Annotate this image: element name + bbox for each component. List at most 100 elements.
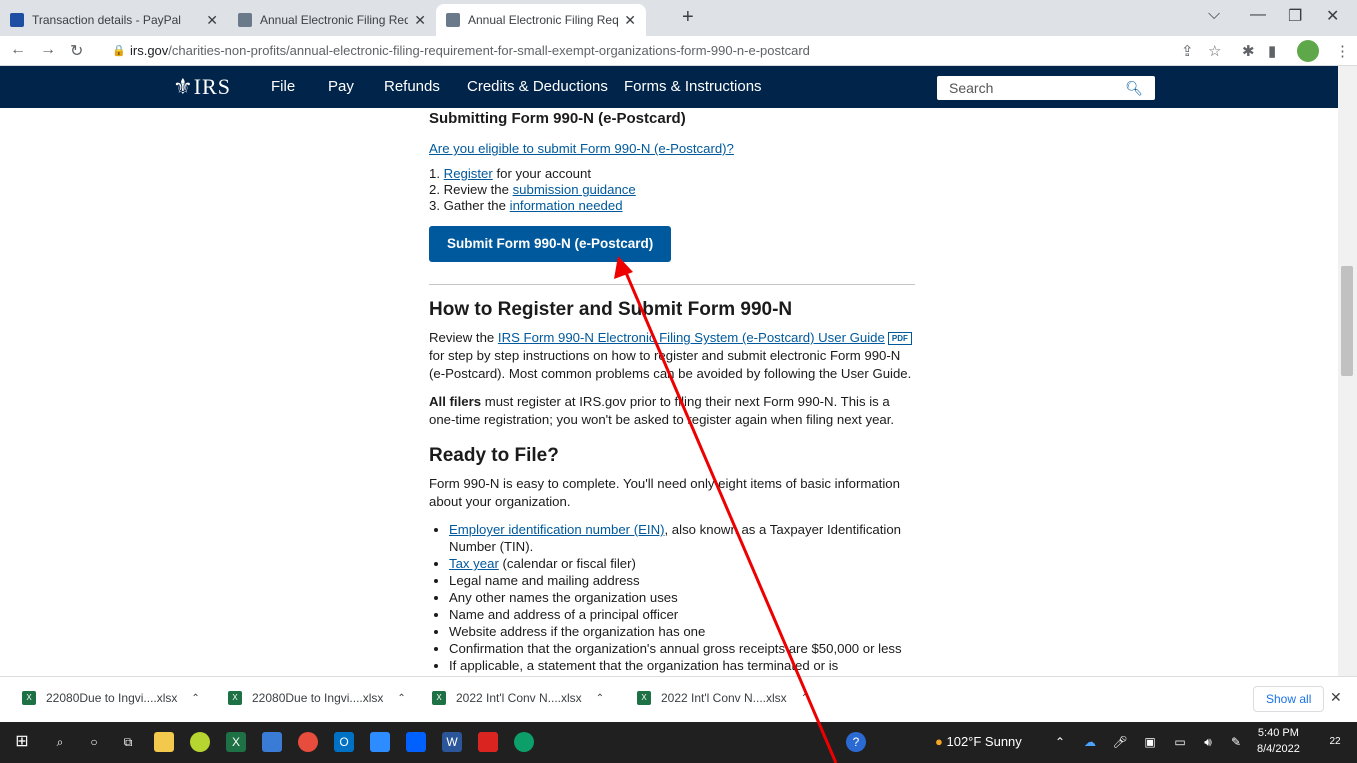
extensions-icon[interactable]: ✱: [1242, 42, 1255, 60]
nav-forms-instructions[interactable]: Forms & Instructions: [624, 78, 762, 95]
all-filers-paragraph: All filers must register at IRS.gov prio…: [429, 394, 895, 427]
tab-irs-active[interactable]: Annual Electronic Filing Requirem ✕: [436, 4, 646, 36]
tax-year-link[interactable]: Tax year: [449, 556, 499, 571]
user-guide-link[interactable]: IRS Form 990-N Electronic Filing System …: [498, 330, 885, 345]
search-input[interactable]: Search 🔍︎: [937, 76, 1155, 100]
reload-icon[interactable]: ↻: [70, 41, 83, 61]
excel-file-icon: X: [432, 691, 446, 705]
nav-file[interactable]: File: [271, 78, 295, 95]
calculator-icon[interactable]: [262, 732, 282, 752]
clock[interactable]: 5:40 PM 8/4/2022: [1257, 725, 1300, 757]
ready-paragraph: Form 990-N is easy to complete. You'll n…: [429, 476, 900, 509]
nav-credits-deductions[interactable]: Credits & Deductions: [467, 78, 608, 95]
address-bar: ← → ↻ 🔒 irs.gov/charities-non-profits/ann…: [0, 36, 1357, 66]
nav-pay[interactable]: Pay: [328, 78, 354, 95]
search-icon[interactable]: ⌕: [50, 732, 70, 752]
close-icon[interactable]: ✕: [206, 12, 218, 29]
search-icon[interactable]: 🔍︎: [1125, 76, 1143, 100]
pdf-badge: PDF: [887, 332, 912, 346]
minimize-button[interactable]: —: [1250, 6, 1266, 24]
irs-eagle-icon: [446, 13, 460, 27]
submission-guidance-link[interactable]: submission guidance: [513, 182, 636, 197]
cortana-icon[interactable]: ○: [84, 732, 104, 752]
scrollbar-thumb[interactable]: [1341, 266, 1353, 376]
excel-file-icon: X: [228, 691, 242, 705]
ein-link[interactable]: Employer identification number (EIN): [449, 522, 664, 537]
chevron-up-icon[interactable]: ⌃: [1050, 732, 1070, 752]
eligibility-link[interactable]: Are you eligible to submit Form 990-N (e…: [429, 141, 734, 156]
downloads-bar: X 22080Due to Ingvi....xlsx ⌃ X 22080Due to…: [0, 676, 1357, 722]
steps-list: 1. Register for your account 2. Review t…: [429, 166, 915, 214]
browser-tab-bar: Transaction details - PayPal ✕ Annual El…: [0, 0, 1357, 36]
step-item: 3. Gather the information needed: [429, 198, 623, 213]
close-icon[interactable]: ✕: [1330, 689, 1342, 706]
edge-icon[interactable]: [514, 732, 534, 752]
windows-taskbar: ⊞ ⌕ ○ ⧉ X O W ? ● 102°F Sunny ⌃ ☁ 🎤︎ ▣ ▭…: [0, 722, 1357, 763]
battery-icon[interactable]: ▭: [1170, 732, 1190, 752]
tab-search-icon[interactable]: ⌵: [1208, 6, 1220, 24]
list-item: Confirmation that the organization's ann…: [449, 640, 915, 657]
volume-icon[interactable]: 🔊︎: [1198, 732, 1218, 752]
info-bullet-list: Employer identification number (EIN), al…: [449, 521, 915, 674]
word-icon[interactable]: W: [442, 732, 462, 752]
share-icon[interactable]: ⇪: [1181, 42, 1194, 60]
pen-icon[interactable]: ✎: [1226, 732, 1246, 752]
show-all-button[interactable]: Show all: [1253, 686, 1325, 712]
task-view-icon[interactable]: ⧉: [118, 732, 138, 752]
back-icon[interactable]: ←: [10, 41, 26, 59]
list-item: Legal name and mailing address: [449, 572, 915, 589]
chevron-up-icon[interactable]: ⌃: [596, 693, 604, 704]
submit-990n-button[interactable]: Submit Form 990-N (e-Postcard): [429, 226, 672, 262]
page-scrollbar[interactable]: [1338, 66, 1357, 676]
lock-icon[interactable]: 🔒: [112, 39, 126, 63]
download-item[interactable]: X 22080Due to Ingvi....xlsx ⌃: [22, 691, 200, 705]
help-icon[interactable]: ?: [846, 732, 866, 752]
profile-avatar[interactable]: [1297, 40, 1319, 62]
outlook-icon[interactable]: O: [334, 732, 354, 752]
forward-icon[interactable]: →: [40, 41, 56, 59]
download-item[interactable]: X 2022 Int'l Conv N....xlsx ⌃: [637, 691, 809, 705]
information-needed-link[interactable]: information needed: [510, 198, 623, 213]
weather-widget[interactable]: ● 102°F Sunny: [935, 734, 1022, 749]
side-panel-icon[interactable]: ▮: [1268, 42, 1276, 60]
irs-header-nav: ⚜IRS File Pay Refunds Credits & Deductio…: [0, 66, 1338, 108]
dropbox-icon[interactable]: [406, 732, 426, 752]
sun-icon: ●: [935, 734, 943, 749]
chrome-icon[interactable]: [298, 732, 318, 752]
onedrive-icon[interactable]: ☁: [1080, 732, 1100, 752]
notification-center-icon[interactable]: 22: [1325, 732, 1345, 752]
maximize-button[interactable]: ❐: [1288, 6, 1302, 26]
nav-refunds[interactable]: Refunds: [384, 78, 440, 95]
download-item[interactable]: X 22080Due to Ingvi....xlsx ⌃: [228, 691, 406, 705]
file-explorer-icon[interactable]: [154, 732, 174, 752]
list-item: Name and address of a principal officer: [449, 606, 915, 623]
microphone-icon[interactable]: 🎤︎: [1110, 732, 1130, 752]
excel-icon[interactable]: X: [226, 732, 246, 752]
close-icon[interactable]: ✕: [624, 12, 636, 29]
excel-file-icon: X: [637, 691, 651, 705]
list-item: If applicable, a statement that the orga…: [449, 657, 915, 674]
chevron-up-icon[interactable]: ⌃: [397, 693, 405, 704]
close-icon[interactable]: ✕: [414, 12, 426, 29]
meet-now-icon[interactable]: ▣: [1140, 732, 1160, 752]
irs-logo[interactable]: ⚜IRS: [173, 74, 231, 100]
chrome-canary-icon[interactable]: [190, 732, 210, 752]
paypal-icon: [10, 13, 24, 27]
menu-dots-icon[interactable]: ⋮: [1335, 42, 1350, 60]
url-field[interactable]: 🔒 irs.gov/charities-non-profits/annual-el…: [100, 39, 1200, 63]
register-link[interactable]: Register: [444, 166, 493, 181]
chevron-up-icon[interactable]: ⌃: [191, 693, 199, 704]
acrobat-icon[interactable]: [478, 732, 498, 752]
list-item: Employer identification number (EIN), al…: [449, 521, 915, 555]
download-item[interactable]: X 2022 Int'l Conv N....xlsx ⌃: [432, 691, 604, 705]
window-close-button[interactable]: ✕: [1326, 6, 1339, 26]
chevron-up-icon[interactable]: ⌃: [801, 693, 809, 704]
tab-irs-1[interactable]: Annual Electronic Filing Requirem ✕: [228, 4, 436, 36]
windows-start-icon[interactable]: ⊞: [12, 732, 32, 752]
new-tab-button[interactable]: +: [682, 6, 694, 29]
tab-paypal[interactable]: Transaction details - PayPal ✕: [0, 4, 228, 36]
irs-eagle-icon: [238, 13, 252, 27]
zoom-icon[interactable]: [370, 732, 390, 752]
bookmark-star-icon[interactable]: ☆: [1208, 42, 1221, 60]
submitting-heading: Submitting Form 990-N (e-Postcard): [429, 110, 686, 127]
